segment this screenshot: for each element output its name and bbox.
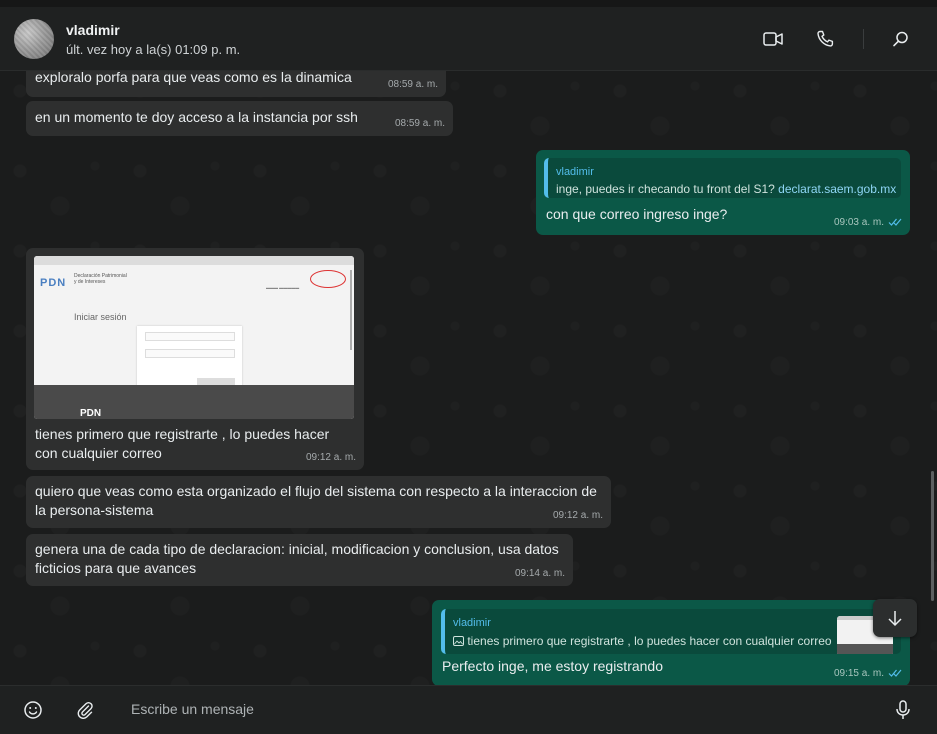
message-text-line2: la persona-sistema: [35, 502, 154, 518]
microphone-icon: [896, 700, 910, 719]
quoted-text-body: inge, puedes ir checando tu front del S1…: [556, 182, 775, 196]
arrow-down-icon: [888, 611, 902, 627]
message-time-text: 09:15 a. m.: [833, 668, 884, 679]
quoted-text-body: tienes primero que registrarte , lo pued…: [467, 634, 832, 648]
video-call-button[interactable]: [761, 27, 785, 51]
login-card: [137, 326, 242, 392]
message-time: 08:59 a. m.: [387, 79, 438, 90]
message-time: 09:12 a. m.: [552, 510, 603, 521]
logo-subtitle: Declaración Patrimonial y de Intereses: [74, 273, 127, 285]
window-top-strip: [0, 0, 937, 7]
voice-message-button[interactable]: [891, 698, 915, 722]
read-ticks-icon: [888, 669, 902, 678]
incoming-message[interactable]: exploralo porfa para que veas como es la…: [26, 71, 446, 97]
message-time: 09:14 a. m.: [514, 568, 565, 579]
incoming-message[interactable]: genera una de cada tipo de declaracion: …: [26, 534, 573, 586]
quoted-author: vladimir: [453, 617, 491, 629]
browser-bar: [34, 256, 354, 265]
quoted-message[interactable]: vladimir inge, puedes ir checando tu fro…: [544, 158, 901, 198]
logo-subtitle-line2: y de Intereses: [74, 279, 106, 285]
message-text-line1: quiero que veas como esta organizado el …: [35, 483, 597, 499]
screenshot-image[interactable]: PDN Declaración Patrimonial y de Interese…: [34, 256, 354, 419]
message-time: 09:15 a. m.: [834, 664, 902, 683]
quoted-text: inge, puedes ir checando tu front del S1…: [556, 180, 896, 198]
video-call-icon: [763, 32, 783, 46]
attach-button[interactable]: [73, 698, 97, 722]
voice-call-button[interactable]: [813, 27, 837, 51]
message-text-line2: con cualquier correo: [35, 445, 162, 461]
signin-heading: Iniciar sesión: [74, 312, 127, 322]
outgoing-message[interactable]: vladimir inge, puedes ir checando tu fro…: [536, 150, 910, 235]
message-text: Perfecto inge, me estoy registrando: [442, 658, 664, 674]
emoji-button[interactable]: [21, 698, 45, 722]
red-circle-annotation: [310, 270, 346, 288]
message-text: genera una de cada tipo de declaracion: …: [35, 540, 559, 578]
contact-avatar[interactable]: [14, 19, 54, 59]
message-time: 08:59 a. m.: [394, 118, 445, 129]
read-ticks-icon: [888, 218, 902, 227]
incoming-image-message[interactable]: PDN Declaración Patrimonial y de Interese…: [26, 248, 364, 470]
quoted-text: tienes primero que registrarte , lo pued…: [453, 632, 832, 651]
photo-icon: [453, 636, 464, 646]
email-field: [145, 332, 235, 341]
message-text: tienes primero que registrarte , lo pued…: [35, 425, 329, 463]
scroll-to-bottom-button[interactable]: [873, 599, 917, 637]
message-text-line2: ficticios para que avances: [35, 560, 197, 576]
quoted-message[interactable]: vladimir tienes primero que registrarte …: [441, 609, 901, 654]
message-time: 09:03 a. m.: [834, 213, 902, 232]
contact-name[interactable]: vladimir: [66, 22, 120, 38]
message-text-line1: tienes primero que registrarte , lo pued…: [35, 426, 330, 442]
search-button[interactable]: [889, 27, 913, 51]
pdn-logo: PDN: [40, 277, 67, 289]
paperclip-icon: [77, 701, 93, 719]
header-divider: [863, 29, 864, 49]
message-text: exploralo porfa para que veas como es la…: [35, 71, 352, 85]
message-time-text: 09:03 a. m.: [833, 217, 884, 228]
message-text: en un momento te doy acceso a la instanc…: [35, 109, 358, 125]
message-text: con que correo ingreso inge?: [546, 206, 728, 222]
incoming-message[interactable]: quiero que veas como esta organizado el …: [26, 476, 611, 528]
quoted-link[interactable]: declarat.saem.gob.mx: [778, 182, 896, 196]
footer-logo: PDN: [80, 408, 102, 419]
password-field: [145, 349, 235, 358]
last-seen-status: últ. vez hoy a la(s) 01:09 p. m.: [66, 42, 241, 57]
message-composer: Escribe un mensaje: [0, 685, 937, 734]
incoming-message[interactable]: en un momento te doy acceso a la instanc…: [26, 101, 453, 136]
message-list[interactable]: exploralo porfa para que veas como es la…: [0, 71, 937, 685]
message-input[interactable]: Escribe un mensaje: [131, 701, 254, 717]
chat-header: vladimir últ. vez hoy a la(s) 01:09 p. m…: [0, 7, 937, 71]
phone-icon: [817, 30, 834, 47]
message-text-line1: genera una de cada tipo de declaracion: …: [35, 541, 559, 557]
emoji-icon: [24, 701, 42, 719]
search-icon: [893, 31, 908, 47]
chat-scrollbar[interactable]: [931, 471, 934, 601]
image-scrollbar: [350, 270, 352, 350]
outgoing-message[interactable]: vladimir tienes primero que registrarte …: [432, 600, 910, 685]
message-time: 09:12 a. m.: [305, 452, 356, 463]
nav-links: ▬▬▬ ▬▬▬▬▬: [266, 285, 300, 290]
message-text: quiero que veas como esta organizado el …: [35, 482, 597, 520]
